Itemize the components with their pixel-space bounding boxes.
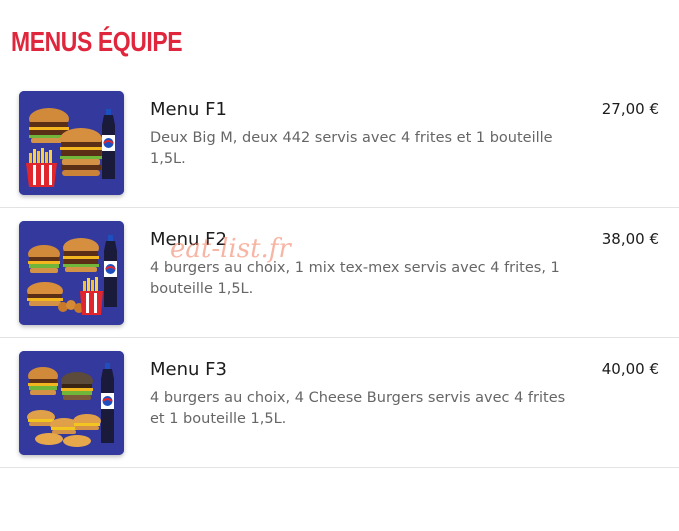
- section-title: MENUS ÉQUIPE: [11, 26, 183, 57]
- burger-menu-illustration: [19, 351, 124, 455]
- menu-item-price: 38,00 €: [601, 230, 659, 248]
- menu-item-f1[interactable]: Menu F1 Deux Big M, deux 442 servis avec…: [0, 78, 679, 208]
- burger-menu-illustration: [19, 91, 124, 195]
- menu-image[interactable]: [19, 351, 124, 455]
- menu-item-price: 40,00 €: [601, 360, 659, 378]
- burger-menu-illustration: [19, 221, 124, 325]
- menu-item-name: Menu F3: [150, 359, 227, 380]
- menu-image[interactable]: [19, 91, 124, 195]
- menu-item-f2[interactable]: Menu F2 4 burgers au choix, 1 mix tex-me…: [0, 208, 679, 338]
- menu-item-name: Menu F2: [150, 229, 227, 250]
- menu-item-description: Deux Big M, deux 442 servis avec 4 frite…: [150, 130, 553, 167]
- menu-item-description: 4 burgers au choix, 1 mix tex-mex servis…: [150, 260, 560, 297]
- menu-item-description: 4 burgers au choix, 4 Cheese Burgers ser…: [150, 390, 566, 427]
- menu-item-f3[interactable]: Menu F3 4 burgers au choix, 4 Cheese Bur…: [0, 338, 679, 468]
- menu-image[interactable]: [19, 221, 124, 325]
- menu-list: Menu F1 Deux Big M, deux 442 servis avec…: [0, 78, 679, 468]
- menu-item-name: Menu F1: [150, 99, 227, 120]
- menu-item-price: 27,00 €: [601, 100, 659, 118]
